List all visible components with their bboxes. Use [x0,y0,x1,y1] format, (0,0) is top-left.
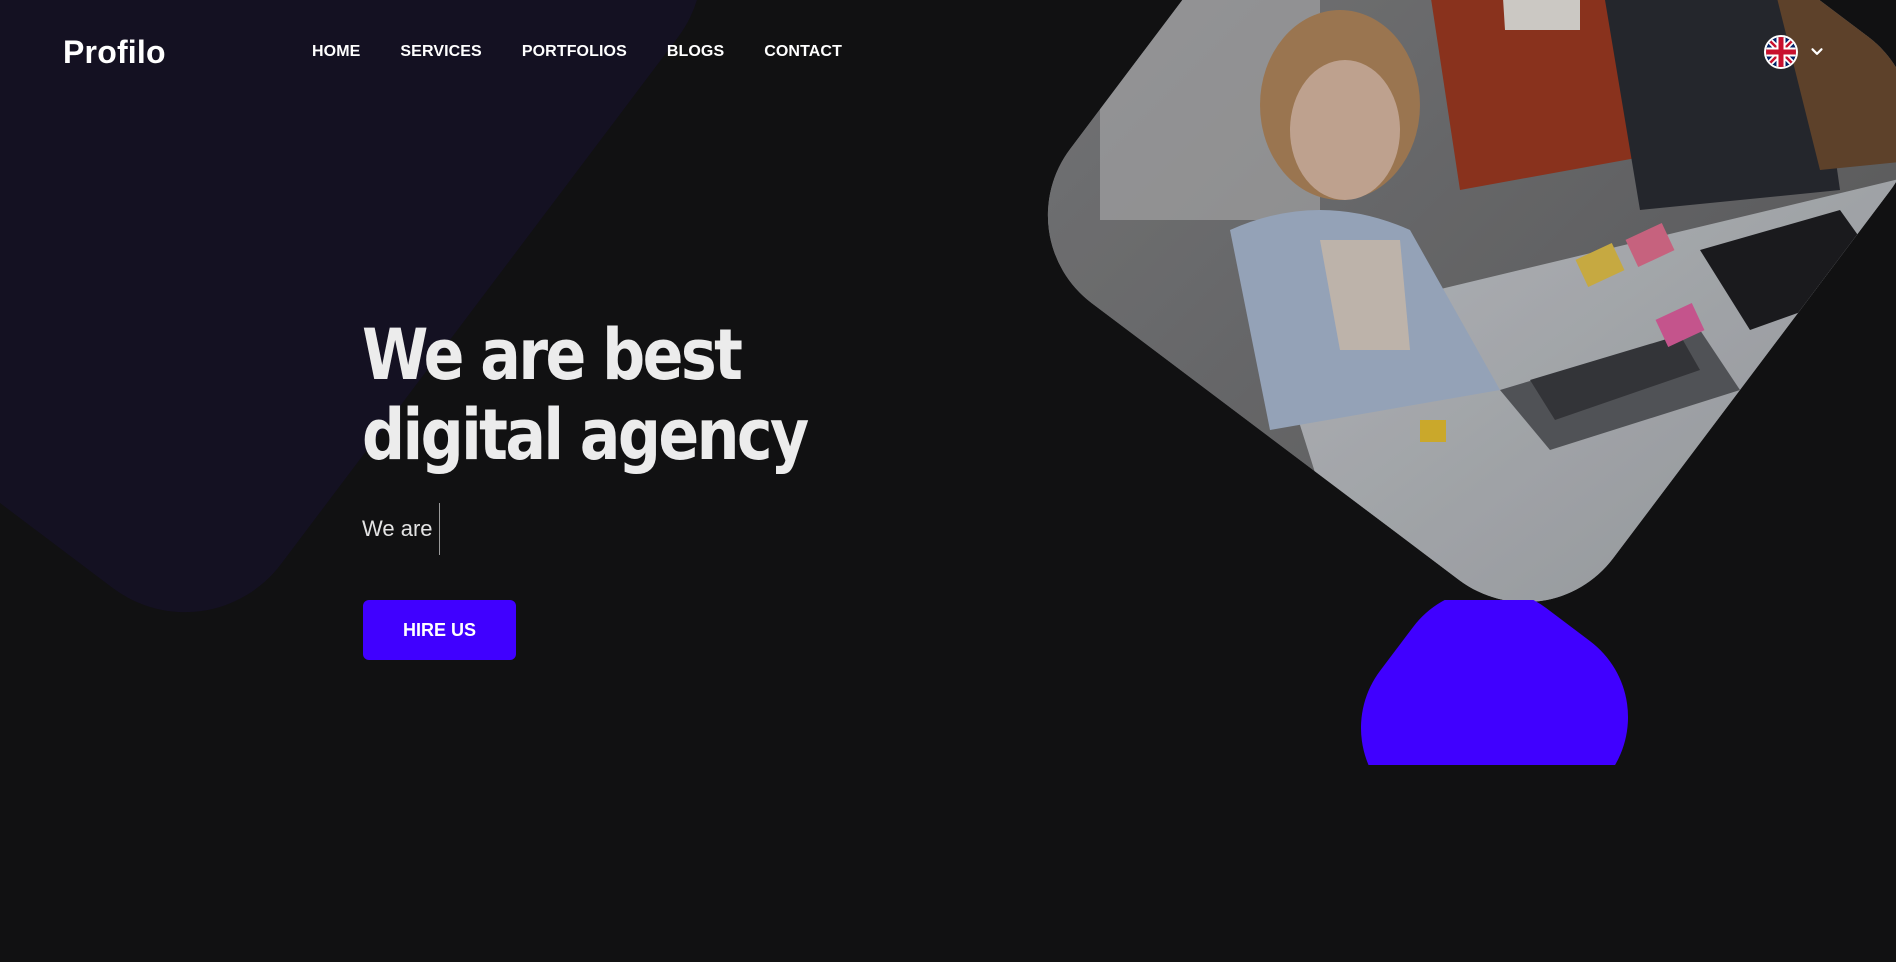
hire-us-button[interactable]: HIRE US [363,600,516,660]
nav-services[interactable]: SERVICES [400,43,481,61]
uk-flag-icon[interactable] [1764,35,1798,69]
hero-subtitle-row: We are [362,503,440,555]
nav-home[interactable]: HOME [312,43,360,61]
logo[interactable]: Profilo [63,34,166,71]
nav-portfolios[interactable]: PORTFOLIOS [522,43,627,61]
language-selector[interactable] [1764,35,1826,69]
hero-title: We are best digital agency [362,314,809,476]
nav-blogs[interactable]: BLOGS [667,43,724,61]
hero-subtitle: We are [362,516,433,541]
chevron-down-icon[interactable] [1808,43,1826,61]
accent-shape [1360,600,1630,765]
typing-cursor [438,503,440,555]
hero-image [1003,0,1896,647]
nav-contact[interactable]: CONTACT [764,43,842,61]
main-nav: HOME SERVICES PORTFOLIOS BLOGS CONTACT [312,43,842,61]
team-meeting-photo [1003,0,1896,647]
landing-page: Profilo HOME SERVICES PORTFOLIOS BLOGS C… [0,0,1896,962]
